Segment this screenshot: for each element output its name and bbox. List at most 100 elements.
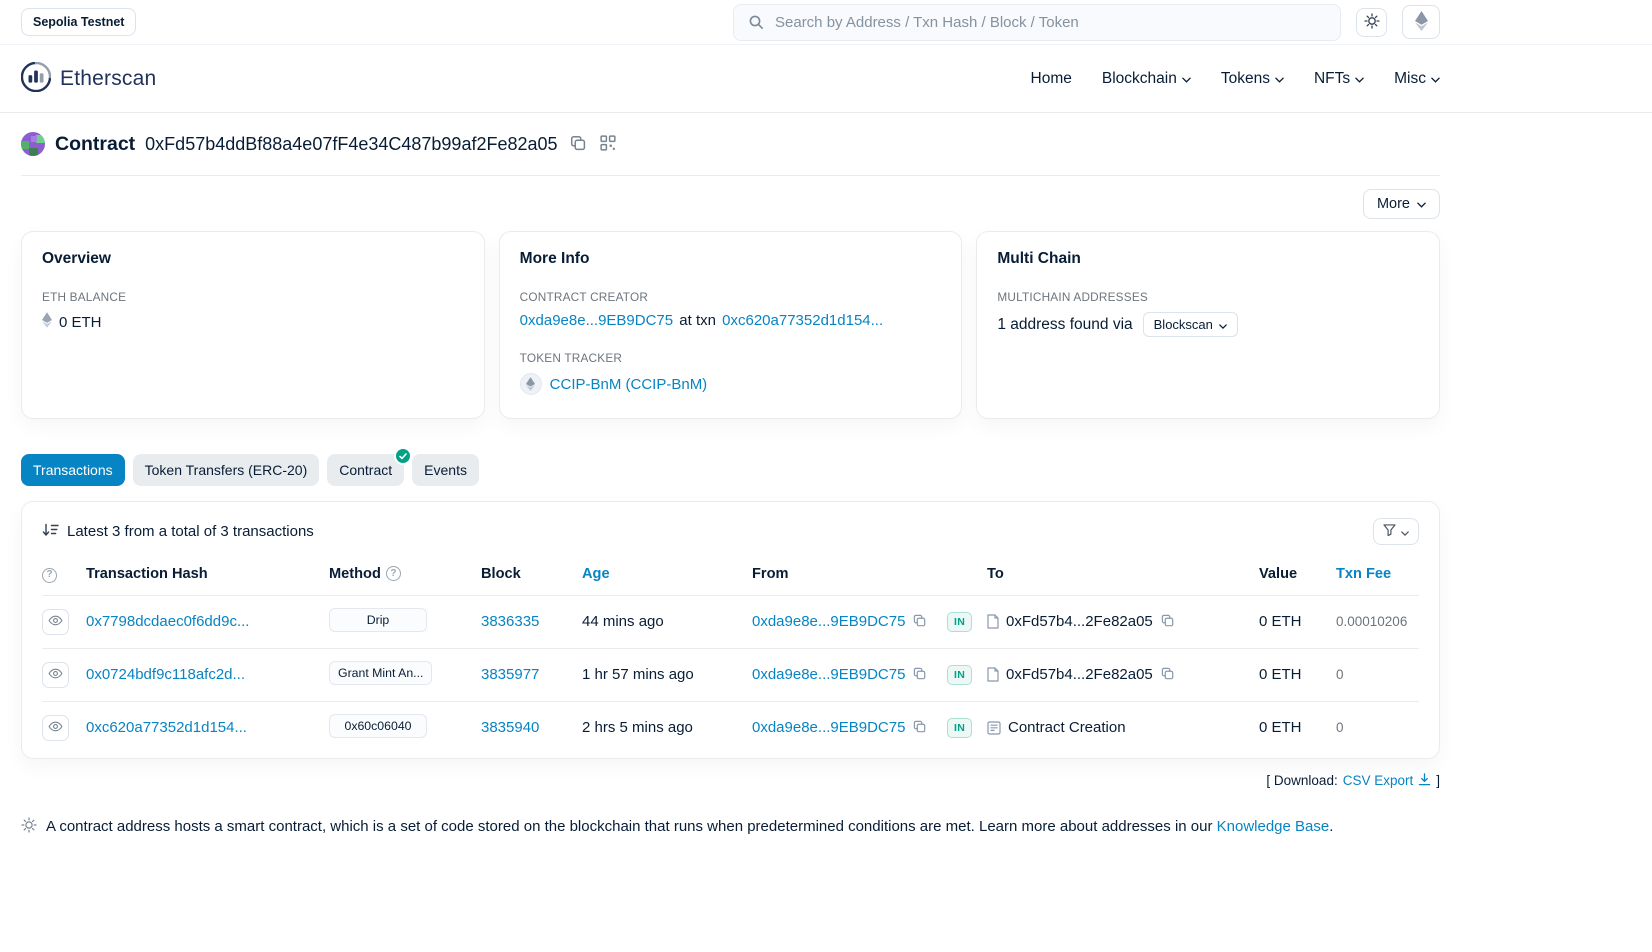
tx-block-link[interactable]: 3835977 xyxy=(481,666,539,683)
chevron-down-icon xyxy=(1182,70,1191,88)
card-title: More Info xyxy=(520,250,942,268)
tx-value: 0 ETH xyxy=(1259,613,1302,630)
tx-hash-link[interactable]: 0x0724bdf9c118afc2d... xyxy=(86,666,245,683)
tx-hash-link[interactable]: 0x7798dcdaec0f6dd9c... xyxy=(86,613,249,630)
divider xyxy=(21,175,1440,176)
verified-check-icon xyxy=(396,449,410,463)
nav-home[interactable]: Home xyxy=(1031,70,1072,88)
qr-code-button[interactable] xyxy=(598,133,618,156)
blockscan-dropdown[interactable]: Blockscan xyxy=(1143,312,1238,337)
note-text: A contract address hosts a smart contrac… xyxy=(46,818,1212,835)
more-button[interactable]: More xyxy=(1363,189,1440,219)
tx-value: 0 ETH xyxy=(1259,666,1302,683)
tab-token-transfers[interactable]: Token Transfers (ERC-20) xyxy=(133,454,320,486)
tx-fee: 0 xyxy=(1336,667,1344,682)
network-switch-button[interactable] xyxy=(1402,5,1440,39)
tx-hash-link[interactable]: 0xc620a77352d1d154... xyxy=(86,719,247,736)
contract-info-note: A contract address hosts a smart contrac… xyxy=(21,817,1440,837)
summary-cards: Overview ETH BALANCE 0 ETH More Info CON… xyxy=(21,231,1440,419)
tx-to-address: 0xFd57b4...2Fe82a05 xyxy=(1006,666,1153,683)
chevron-down-icon xyxy=(1355,70,1364,88)
csv-export-link[interactable]: CSV Export xyxy=(1343,773,1414,788)
copy-icon xyxy=(913,720,926,736)
tx-fee: 0.00010206 xyxy=(1336,614,1407,629)
overview-card: Overview ETH BALANCE 0 ETH xyxy=(21,231,485,419)
at-txn-text: at txn xyxy=(679,312,716,329)
copy-to-button[interactable] xyxy=(1160,613,1175,631)
main-nav: Home Blockchain Tokens NFTs Misc xyxy=(1031,70,1440,88)
qr-code-icon xyxy=(600,135,616,154)
eth-balance-label: ETH BALANCE xyxy=(42,290,464,304)
search-input[interactable] xyxy=(775,14,1328,31)
sun-icon xyxy=(1364,13,1380,32)
tx-to-address: Contract Creation xyxy=(1008,719,1126,736)
col-age-toggle[interactable]: Age xyxy=(582,561,752,595)
tx-method-badge: Drip xyxy=(329,608,427,632)
transactions-table: ? Transaction Hash Method ? Block Age Fr… xyxy=(42,561,1419,754)
tx-preview-button[interactable] xyxy=(42,715,69,741)
copy-from-button[interactable] xyxy=(912,719,927,737)
tx-block-link[interactable]: 3836335 xyxy=(481,613,539,630)
contract-file-icon xyxy=(987,614,999,629)
chevron-down-icon xyxy=(1417,196,1426,212)
table-header-row: ? Transaction Hash Method ? Block Age Fr… xyxy=(42,561,1419,595)
site-header: Etherscan Home Blockchain Tokens NFTs Mi… xyxy=(0,45,1652,113)
tx-preview-button[interactable] xyxy=(42,609,69,635)
copy-icon xyxy=(913,667,926,683)
col-value: Value xyxy=(1259,561,1336,595)
eth-balance-value: 0 ETH xyxy=(59,314,102,331)
tab-events[interactable]: Events xyxy=(412,454,479,486)
creator-address-link[interactable]: 0xda9e8e...9EB9DC75 xyxy=(520,312,673,329)
copy-from-button[interactable] xyxy=(912,666,927,684)
contract-file-icon xyxy=(987,667,999,682)
search-bar[interactable] xyxy=(733,4,1341,41)
page-title: Contract xyxy=(55,133,135,156)
copy-from-button[interactable] xyxy=(912,613,927,631)
col-method: Method xyxy=(329,566,381,582)
tx-block-link[interactable]: 3835940 xyxy=(481,719,539,736)
copy-icon xyxy=(570,135,586,154)
copy-address-button[interactable] xyxy=(568,133,588,156)
etherscan-logo-icon xyxy=(21,62,51,96)
addresses-found-text: 1 address found via xyxy=(997,316,1132,334)
token-tracker-link[interactable]: CCIP-BnM (CCIP-BnM) xyxy=(550,376,708,393)
creation-txn-link[interactable]: 0xc620a77352d1d154... xyxy=(722,312,883,329)
filter-button[interactable] xyxy=(1373,518,1419,545)
download-suffix: ] xyxy=(1436,773,1440,788)
nav-nfts[interactable]: NFTs xyxy=(1314,70,1364,88)
col-txn-fee-toggle[interactable]: Txn Fee xyxy=(1336,561,1419,595)
nav-misc[interactable]: Misc xyxy=(1394,70,1440,88)
contract-creator-label: CONTRACT CREATOR xyxy=(520,290,942,304)
more-info-card: More Info CONTRACT CREATOR 0xda9e8e...9E… xyxy=(499,231,963,419)
transaction-row: 0x7798dcdaec0f6dd9c... Drip 3836335 44 m… xyxy=(42,595,1419,648)
tx-age: 44 mins ago xyxy=(582,613,664,630)
knowledge-base-link[interactable]: Knowledge Base xyxy=(1217,818,1330,835)
help-icon[interactable]: ? xyxy=(42,568,57,583)
network-selector-button[interactable]: Sepolia Testnet xyxy=(21,8,136,36)
etherscan-logo[interactable]: Etherscan xyxy=(21,62,156,96)
col-from: From xyxy=(752,561,947,595)
col-transaction-hash: Transaction Hash xyxy=(86,561,329,595)
eye-icon xyxy=(48,720,63,735)
theme-toggle-button[interactable] xyxy=(1356,8,1387,37)
chevron-down-icon xyxy=(1275,70,1284,88)
tx-method-badge: Grant Mint An... xyxy=(329,661,432,685)
col-to: To xyxy=(987,561,1259,595)
tab-contract[interactable]: Contract xyxy=(327,454,404,486)
nav-tokens[interactable]: Tokens xyxy=(1221,70,1284,88)
nav-blockchain[interactable]: Blockchain xyxy=(1102,70,1191,88)
help-icon[interactable]: ? xyxy=(386,566,401,581)
multichain-addresses-label: MULTICHAIN ADDRESSES xyxy=(997,290,1419,304)
tab-transactions[interactable]: Transactions xyxy=(21,454,125,486)
tx-from-link[interactable]: 0xda9e8e...9EB9DC75 xyxy=(752,719,905,736)
transactions-summary: Latest 3 from a total of 3 transactions xyxy=(67,523,314,540)
chevron-down-icon xyxy=(1401,524,1409,539)
transactions-panel: Latest 3 from a total of 3 transactions … xyxy=(21,501,1440,759)
tx-from-link[interactable]: 0xda9e8e...9EB9DC75 xyxy=(752,613,905,630)
search-icon xyxy=(746,12,766,32)
eye-icon xyxy=(48,614,63,629)
tx-preview-button[interactable] xyxy=(42,662,69,688)
copy-to-button[interactable] xyxy=(1160,666,1175,684)
tx-to-address: 0xFd57b4...2Fe82a05 xyxy=(1006,613,1153,630)
tx-from-link[interactable]: 0xda9e8e...9EB9DC75 xyxy=(752,666,905,683)
